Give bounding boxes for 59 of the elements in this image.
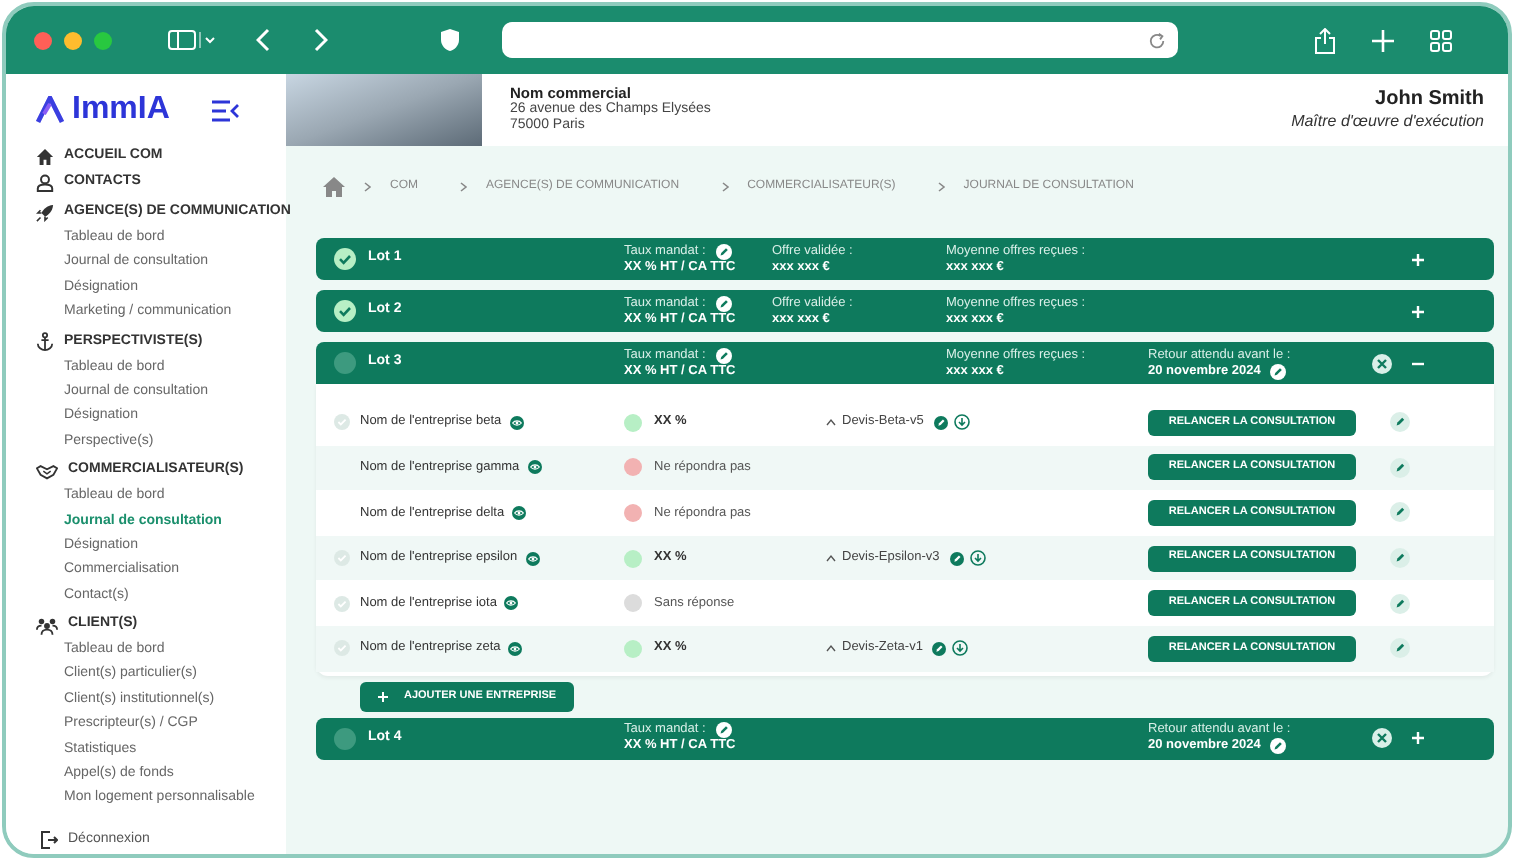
edit-icon[interactable]: [1390, 593, 1410, 614]
eye-icon[interactable]: [525, 551, 540, 566]
handshake-icon: [36, 463, 58, 480]
edit-icon[interactable]: [949, 551, 964, 566]
user-role: Maître d'œuvre d'exécution: [1291, 112, 1484, 132]
eye-icon[interactable]: [512, 505, 527, 520]
rocket-icon: [36, 204, 54, 222]
chevron-icon: [364, 181, 372, 191]
expand-icon[interactable]: [1412, 732, 1424, 745]
shield-icon: [440, 28, 460, 52]
anchor-icon: [36, 332, 54, 353]
edit-icon[interactable]: [1390, 548, 1410, 569]
edit-icon[interactable]: [1390, 457, 1410, 478]
eye-icon[interactable]: [504, 596, 519, 611]
eye-icon[interactable]: [508, 641, 523, 656]
edit-icon[interactable]: [715, 243, 732, 259]
edit-icon[interactable]: [715, 347, 732, 363]
download-icon[interactable]: [952, 640, 969, 657]
chevron-icon: [937, 181, 946, 191]
edit-icon[interactable]: [1270, 738, 1287, 755]
expand-icon[interactable]: [1412, 253, 1424, 265]
expand-icon[interactable]: [1412, 305, 1424, 317]
edit-icon[interactable]: [932, 641, 947, 656]
edit-icon[interactable]: [1390, 502, 1410, 523]
share-icon[interactable]: [1314, 27, 1336, 53]
edit-icon[interactable]: [715, 295, 732, 311]
forward-icon[interactable]: [312, 28, 328, 52]
new-tab-icon[interactable]: [1372, 29, 1394, 51]
edit-icon[interactable]: [1270, 363, 1287, 379]
person-icon: [36, 174, 54, 192]
download-icon[interactable]: [953, 414, 970, 431]
home-icon[interactable]: [322, 175, 346, 197]
plus-icon: [378, 691, 388, 702]
close-icon[interactable]: [1372, 353, 1392, 373]
back-icon[interactable]: [256, 28, 272, 52]
caret-icon[interactable]: [826, 554, 836, 563]
tab-overview-icon[interactable]: [1430, 29, 1452, 51]
caret-icon[interactable]: [826, 644, 836, 653]
home-icon: [36, 148, 54, 166]
collapse-icon[interactable]: [1412, 357, 1424, 369]
logout-icon: [40, 829, 58, 850]
user-name: John Smith: [1375, 88, 1484, 112]
caret-icon[interactable]: [826, 418, 836, 427]
people-icon: [36, 615, 58, 636]
chevron-icon: [721, 181, 730, 191]
download-icon[interactable]: [969, 550, 986, 567]
reload-icon[interactable]: [1148, 31, 1166, 49]
collapse-menu-icon[interactable]: [211, 99, 240, 121]
chevron-icon: [460, 181, 468, 191]
edit-icon[interactable]: [1390, 412, 1410, 433]
logo-text: ImmIA: [72, 94, 170, 126]
edit-icon[interactable]: [933, 415, 948, 430]
edit-icon[interactable]: [715, 722, 732, 739]
sidebar-toggle-icon[interactable]: [168, 30, 216, 50]
logo-icon: [36, 96, 68, 124]
close-icon[interactable]: [1372, 728, 1392, 749]
eye-icon[interactable]: [509, 415, 524, 430]
edit-icon[interactable]: [1390, 638, 1410, 659]
eye-icon[interactable]: [527, 460, 542, 475]
